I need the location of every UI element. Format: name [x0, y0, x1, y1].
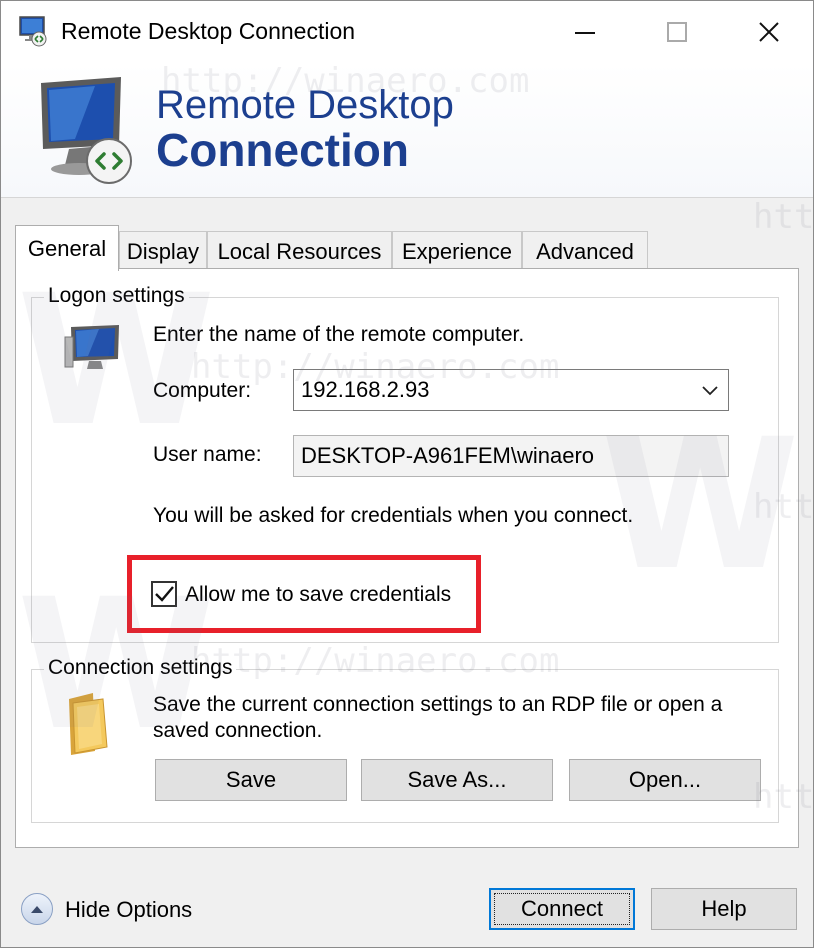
minimize-button[interactable] [539, 1, 631, 63]
tab-experience[interactable]: Experience [392, 231, 522, 271]
computer-value: 192.168.2.93 [301, 377, 430, 402]
remote-desktop-icon [19, 16, 47, 47]
connection-settings-label: Connection settings [44, 656, 237, 680]
focus-ring [494, 893, 630, 925]
checkmark-icon [155, 586, 174, 602]
connection-description-line2: saved connection. [153, 719, 323, 742]
maximize-icon [667, 22, 687, 42]
hide-options-label[interactable]: Hide Options [65, 897, 192, 923]
title-bar[interactable]: Remote Desktop Connection [1, 1, 813, 63]
chevron-up-icon [31, 906, 43, 913]
username-field[interactable]: DESKTOP-A961FEM\winaero [293, 435, 729, 477]
banner-title-line2: Connection [156, 124, 409, 176]
save-credentials-checkbox[interactable] [151, 581, 177, 607]
computer-icon [64, 325, 119, 369]
tab-general[interactable]: General [15, 225, 119, 271]
close-icon [759, 22, 779, 42]
logon-instruction: Enter the name of the remote computer. [153, 323, 525, 346]
connect-button[interactable]: Connect [489, 888, 635, 930]
logon-settings-label: Logon settings [44, 284, 189, 308]
save-credentials-label[interactable]: Allow me to save credentials [185, 583, 451, 607]
remote-desktop-monitor-icon [41, 77, 132, 184]
tab-local-resources[interactable]: Local Resources [207, 231, 392, 271]
computer-combobox[interactable]: 192.168.2.93 [293, 369, 729, 411]
tab-advanced[interactable]: Advanced [522, 231, 648, 271]
save-as-button[interactable]: Save As... [361, 759, 553, 801]
chevron-down-icon[interactable] [700, 380, 720, 400]
username-label: User name: [153, 443, 262, 466]
credentials-note: You will be asked for credentials when y… [153, 504, 634, 527]
username-value: DESKTOP-A961FEM\winaero [301, 443, 595, 468]
minimize-icon [575, 32, 595, 34]
header-banner: Remote Desktop Connection [1, 63, 813, 198]
tab-display[interactable]: Display [119, 231, 207, 271]
open-button[interactable]: Open... [569, 759, 761, 801]
watermark-partial: htt [753, 197, 814, 237]
window-title: Remote Desktop Connection [61, 18, 356, 44]
computer-label: Computer: [153, 379, 252, 402]
remote-desktop-window: Remote Desktop Connection Remote Desktop… [0, 0, 814, 948]
folder-icon [69, 693, 108, 755]
maximize-button[interactable] [631, 1, 723, 63]
save-button[interactable]: Save [155, 759, 347, 801]
close-button[interactable] [723, 1, 814, 63]
help-button[interactable]: Help [651, 888, 797, 930]
connection-description-line1: Save the current connection settings to … [153, 693, 723, 716]
hide-options-toggle[interactable] [21, 893, 53, 925]
banner-title-line1: Remote Desktop [156, 83, 454, 127]
